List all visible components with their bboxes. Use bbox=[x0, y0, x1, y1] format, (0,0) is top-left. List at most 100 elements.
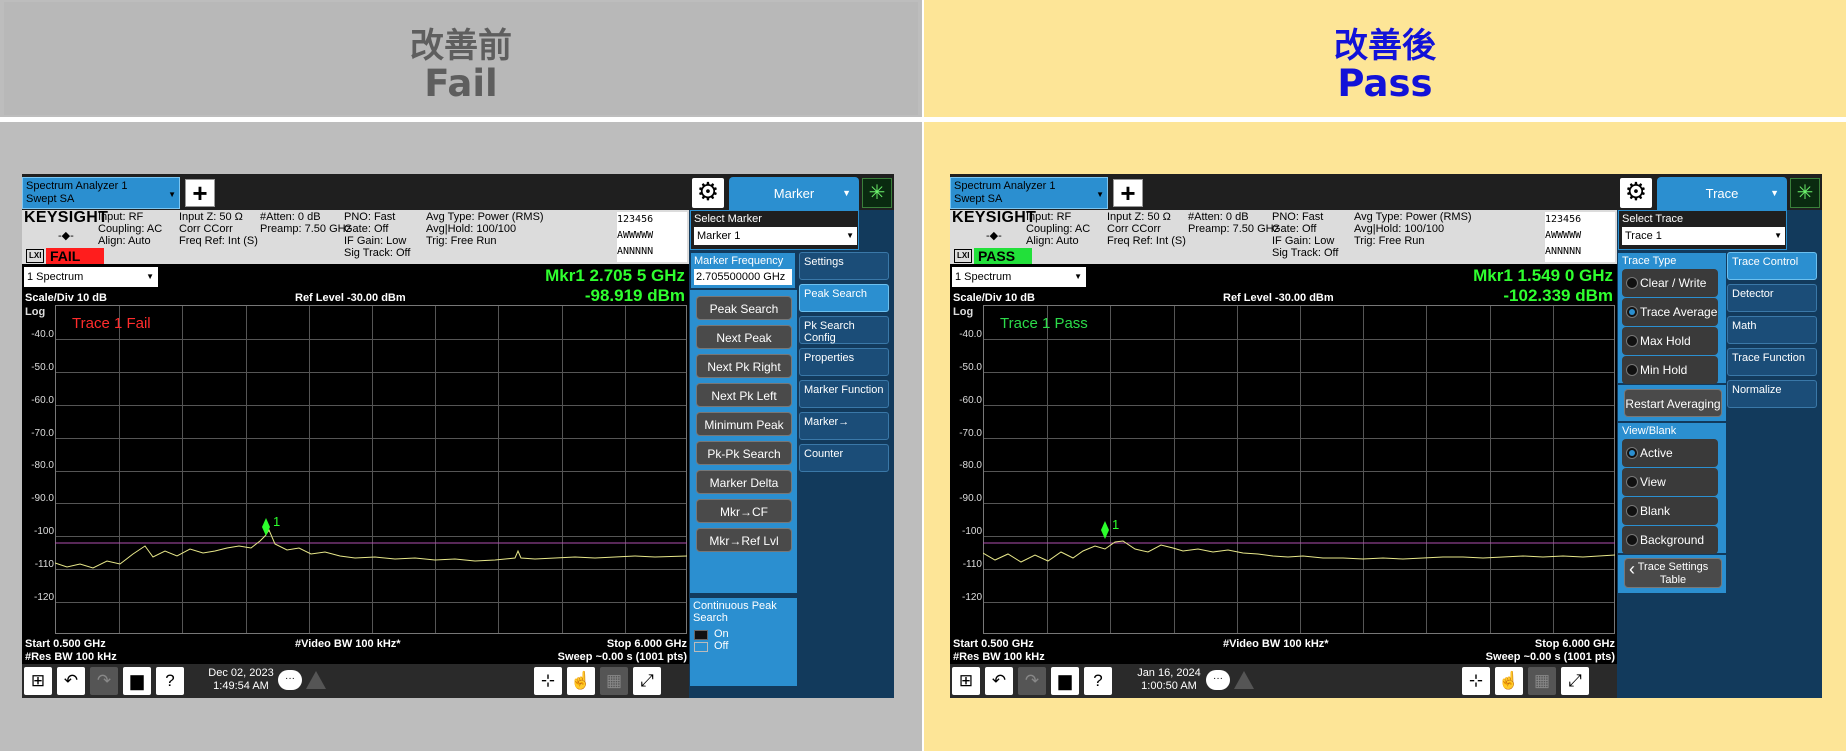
view-blank-view[interactable]: View bbox=[1622, 468, 1718, 496]
info-avg: Avg Type: Power (RMS) Avg|Hold: 100/100 … bbox=[1354, 211, 1472, 247]
info-input: Input: RF Coupling: AC Align: Auto bbox=[98, 211, 163, 247]
taskbar: ⊞ ↶ ↷ ▆ ? Dec 02, 2023 1:49:54 AM ··· ⊹ ☝… bbox=[22, 664, 689, 698]
mkr-ref-lvl-button[interactable]: Mkr→Ref Lvl bbox=[696, 528, 792, 552]
trace-settings-table-button[interactable]: ‹ Trace Settings Table bbox=[1624, 558, 1722, 588]
touch-icon[interactable]: ☝ bbox=[567, 667, 595, 695]
folder-icon[interactable]: ▆ bbox=[1051, 667, 1079, 695]
marker-frequency-input[interactable]: 2.705500000 GHz bbox=[694, 269, 792, 285]
tab-trace-control[interactable]: Trace Control bbox=[1727, 252, 1817, 280]
message-icon[interactable]: ··· bbox=[278, 670, 302, 690]
tab-counter[interactable]: Counter bbox=[799, 444, 889, 472]
add-screen-button[interactable]: + bbox=[1113, 179, 1143, 207]
app-tab[interactable]: Spectrum Analyzer 1 Swept SA ▼ bbox=[22, 177, 180, 209]
next-pk-left-button[interactable]: Next Pk Left bbox=[696, 383, 792, 407]
date-label: Jan 16, 2024 bbox=[1137, 667, 1201, 679]
multi-window-icon[interactable]: ▦ bbox=[1528, 667, 1556, 695]
trace-type-min-hold[interactable]: Min Hold bbox=[1622, 356, 1718, 384]
radio-icon bbox=[1626, 364, 1638, 376]
fullscreen-icon[interactable]: ⤢ bbox=[1561, 667, 1589, 695]
mkr-cf-button[interactable]: Mkr→CF bbox=[696, 499, 792, 523]
undo-icon[interactable]: ↶ bbox=[985, 667, 1013, 695]
view-blank-title: View/Blank bbox=[1622, 425, 1677, 437]
multi-window-icon[interactable]: ▦ bbox=[600, 667, 628, 695]
view-selector[interactable]: 1 Spectrum ▼ bbox=[952, 267, 1086, 287]
info-pno: PNO: Fast Gate: Off IF Gain: Low Sig Tra… bbox=[1272, 211, 1339, 259]
res-bw: #Res BW 100 kHz bbox=[25, 651, 117, 663]
cps-on-toggle[interactable] bbox=[694, 630, 708, 640]
marker-dropdown[interactable]: Marker 1 ▼ bbox=[694, 227, 857, 245]
info-impedance: Input Z: 50 Ω Corr CCorr Freq Ref: Int (… bbox=[1107, 211, 1186, 247]
minimum-peak-button[interactable]: Minimum Peak bbox=[696, 412, 792, 436]
tab-pk-search-config[interactable]: Pk Search Config bbox=[799, 316, 889, 344]
add-screen-button[interactable]: + bbox=[185, 179, 215, 207]
spectrum-view[interactable]: 1 Spectrum ▼ Mkr1 1.549 0 GHz -102.339 dB… bbox=[950, 264, 1617, 698]
before-result: Fail bbox=[424, 62, 498, 105]
gear-icon[interactable]: ⚙ bbox=[1620, 178, 1652, 208]
folder-icon[interactable]: ▆ bbox=[123, 667, 151, 695]
next-peak-button[interactable]: Next Peak bbox=[696, 325, 792, 349]
date-label: Dec 02, 2023 bbox=[208, 667, 274, 679]
cps-off-toggle[interactable] bbox=[694, 642, 708, 652]
trace-type-average[interactable]: Trace Average bbox=[1622, 298, 1718, 326]
tab-detector[interactable]: Detector bbox=[1727, 284, 1817, 312]
settings-info-bar[interactable]: KEYSIGHT -◆- LXI PASS Input: RF Coupling… bbox=[950, 210, 1617, 264]
view-selector[interactable]: 1 Spectrum ▼ bbox=[24, 267, 158, 287]
view-blank-blank[interactable]: Blank bbox=[1622, 497, 1718, 525]
redo-icon[interactable]: ↷ bbox=[1018, 667, 1046, 695]
marker-delta-button[interactable]: Marker Delta bbox=[696, 470, 792, 494]
cps-on-label: On bbox=[714, 628, 729, 640]
marker-frequency-field[interactable]: Marker Frequency 2.705500000 GHz bbox=[691, 253, 795, 288]
indicator-row-detector: ANNNNN bbox=[1545, 246, 1582, 257]
view-blank-active[interactable]: Active bbox=[1622, 439, 1718, 467]
tab-marker-function[interactable]: Marker Function bbox=[799, 380, 889, 408]
menu-selector[interactable]: Trace ▼ bbox=[1657, 177, 1787, 210]
indicator-row-detector: ANNNNN bbox=[617, 246, 654, 257]
tab-marker-to[interactable]: Marker→ bbox=[799, 412, 889, 440]
peak-search-button[interactable]: Peak Search bbox=[696, 296, 792, 320]
select-marker[interactable]: Select Marker Marker 1 ▼ bbox=[690, 210, 859, 250]
next-pk-right-button[interactable]: Next Pk Right bbox=[696, 354, 792, 378]
ref-level: Ref Level -30.00 dBm bbox=[1223, 292, 1334, 304]
trace-type-group: Trace Type Clear / Write Trace Average M… bbox=[1618, 253, 1726, 384]
trace-type-clear-write[interactable]: Clear / Write bbox=[1622, 269, 1718, 297]
trace-type-max-hold[interactable]: Max Hold bbox=[1622, 327, 1718, 355]
select-trace[interactable]: Select Trace Trace 1 ▼ bbox=[1618, 210, 1787, 250]
continuous-peak-search[interactable]: Continuous Peak Search On Off bbox=[690, 598, 797, 686]
fullscreen-icon[interactable]: ⤢ bbox=[633, 667, 661, 695]
tab-settings[interactable]: Settings bbox=[799, 252, 889, 280]
help-icon[interactable]: ? bbox=[156, 667, 184, 695]
layout-icon[interactable]: ⊹ bbox=[1462, 667, 1490, 695]
trace-menu-panel: Select Trace Trace 1 ▼ Trace Type Clear /… bbox=[1617, 210, 1822, 698]
marker-menu-panel: Select Marker Marker 1 ▼ Marker Frequency… bbox=[689, 210, 894, 698]
trace-dropdown[interactable]: Trace 1 ▼ bbox=[1622, 227, 1785, 245]
settings-info-bar[interactable]: KEYSIGHT -◆- LXI FAIL Input: RF Coupling… bbox=[22, 210, 689, 264]
cps-off-label: Off bbox=[714, 640, 729, 652]
menu-selector[interactable]: Marker ▼ bbox=[729, 177, 859, 210]
time-label: 1:00:50 AM bbox=[1141, 680, 1197, 692]
gear-icon[interactable]: ⚙ bbox=[692, 178, 724, 208]
tab-properties[interactable]: Properties bbox=[799, 348, 889, 376]
spectrum-view[interactable]: 1 Spectrum ▼ Mkr1 2.705 5 GHz -98.919 dBm… bbox=[22, 264, 689, 698]
help-icon[interactable]: ? bbox=[1084, 667, 1112, 695]
layout-icon[interactable]: ⊹ bbox=[534, 667, 562, 695]
dropdown-arrow-icon: ▼ bbox=[146, 272, 154, 281]
tab-trace-function[interactable]: Trace Function bbox=[1727, 348, 1817, 376]
pk-pk-search-button[interactable]: Pk-Pk Search bbox=[696, 441, 792, 465]
tab-peak-search[interactable]: Peak Search bbox=[799, 284, 889, 312]
windows-icon[interactable]: ⊞ bbox=[24, 667, 52, 695]
tab-math[interactable]: Math bbox=[1727, 316, 1817, 344]
y-tick: -80.0 bbox=[959, 460, 982, 471]
message-icon[interactable]: ··· bbox=[1206, 670, 1230, 690]
tab-normalize[interactable]: Normalize bbox=[1727, 380, 1817, 408]
y-tick: -110 bbox=[962, 559, 982, 570]
log-label: Log bbox=[953, 306, 974, 318]
redo-icon[interactable]: ↷ bbox=[90, 667, 118, 695]
app-tab[interactable]: Spectrum Analyzer 1 Swept SA ▼ bbox=[950, 177, 1108, 209]
restart-averaging-button[interactable]: Restart Averaging bbox=[1624, 389, 1722, 417]
windows-icon[interactable]: ⊞ bbox=[952, 667, 980, 695]
radio-icon bbox=[1626, 277, 1638, 289]
undo-icon[interactable]: ↶ bbox=[57, 667, 85, 695]
radio-icon bbox=[1626, 476, 1638, 488]
touch-icon[interactable]: ☝ bbox=[1495, 667, 1523, 695]
view-blank-background[interactable]: Background bbox=[1622, 526, 1718, 554]
